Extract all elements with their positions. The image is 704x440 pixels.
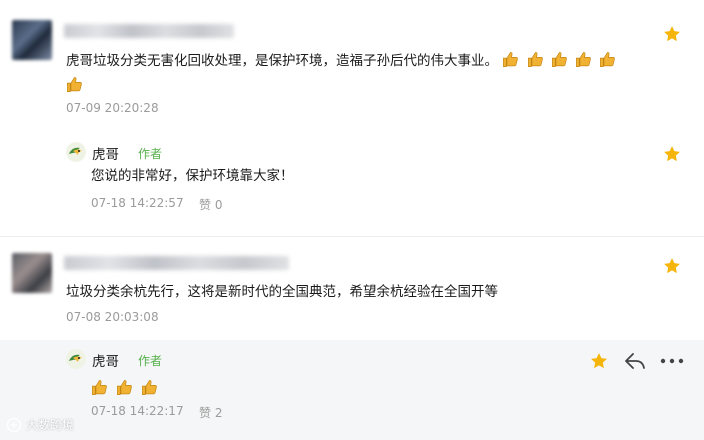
more-icon[interactable] bbox=[660, 358, 684, 364]
thumbs-up-icon bbox=[527, 52, 543, 67]
thumbs-up-icon bbox=[503, 52, 519, 67]
commenter-name[interactable] bbox=[64, 24, 234, 38]
thumbs-up-icon bbox=[117, 380, 132, 395]
thumbs-up-icon bbox=[67, 77, 82, 92]
comment-text: 虎哥垃圾分类无害化回收处理，是保护环境，造福子孙后代的伟大事业。 bbox=[66, 51, 619, 71]
star-icon[interactable] bbox=[662, 256, 682, 276]
reply-emoji-row bbox=[91, 378, 161, 397]
author-avatar[interactable] bbox=[66, 142, 86, 162]
thumbs-up-icon bbox=[92, 380, 107, 395]
star-icon[interactable] bbox=[589, 351, 609, 371]
author-badge: 作者 bbox=[138, 354, 163, 368]
watermark: 大数跨境 bbox=[6, 416, 74, 433]
comment-text-content: 虎哥垃圾分类无害化回收处理，是保护环境，造福子孙后代的伟大事业。 bbox=[66, 53, 498, 69]
comment-text: 垃圾分类余杭先行，这将是新时代的全国典范，希望余杭经验在全国开等 bbox=[66, 284, 498, 300]
watermark-logo-icon bbox=[6, 417, 22, 432]
thumbs-up-icon bbox=[576, 52, 592, 67]
reply-text: 您说的非常好，保护环境靠大家！ bbox=[91, 168, 294, 184]
reply-icon[interactable] bbox=[624, 352, 646, 370]
thumbs-up-icon bbox=[551, 52, 567, 67]
star-icon[interactable] bbox=[662, 24, 682, 44]
author-name[interactable]: 虎哥 bbox=[92, 350, 119, 370]
avatar[interactable] bbox=[12, 20, 52, 60]
author-name[interactable]: 虎哥 bbox=[92, 143, 119, 163]
tiger-logo-icon bbox=[66, 142, 86, 162]
commenter-name[interactable] bbox=[64, 256, 289, 270]
comment-time: 07-08 20:03:08 bbox=[66, 310, 159, 324]
author-avatar[interactable] bbox=[66, 349, 86, 369]
divider bbox=[0, 236, 704, 237]
tiger-logo-icon bbox=[66, 349, 86, 369]
thumbs-up-group bbox=[502, 52, 619, 69]
watermark-text: 大数跨境 bbox=[26, 418, 75, 432]
thumbs-up-icon bbox=[600, 52, 616, 67]
thumbs-up-icon bbox=[142, 380, 158, 395]
star-icon[interactable] bbox=[662, 144, 682, 164]
comment-time: 07-09 20:20:28 bbox=[66, 101, 159, 115]
author-badge: 作者 bbox=[138, 147, 163, 161]
like-count[interactable]: 赞 0 bbox=[199, 196, 222, 213]
like-count[interactable]: 赞 2 bbox=[199, 404, 222, 421]
reply-time: 07-18 14:22:57 bbox=[91, 196, 184, 210]
avatar[interactable] bbox=[12, 253, 52, 293]
reply-time: 07-18 14:22:17 bbox=[91, 404, 184, 418]
